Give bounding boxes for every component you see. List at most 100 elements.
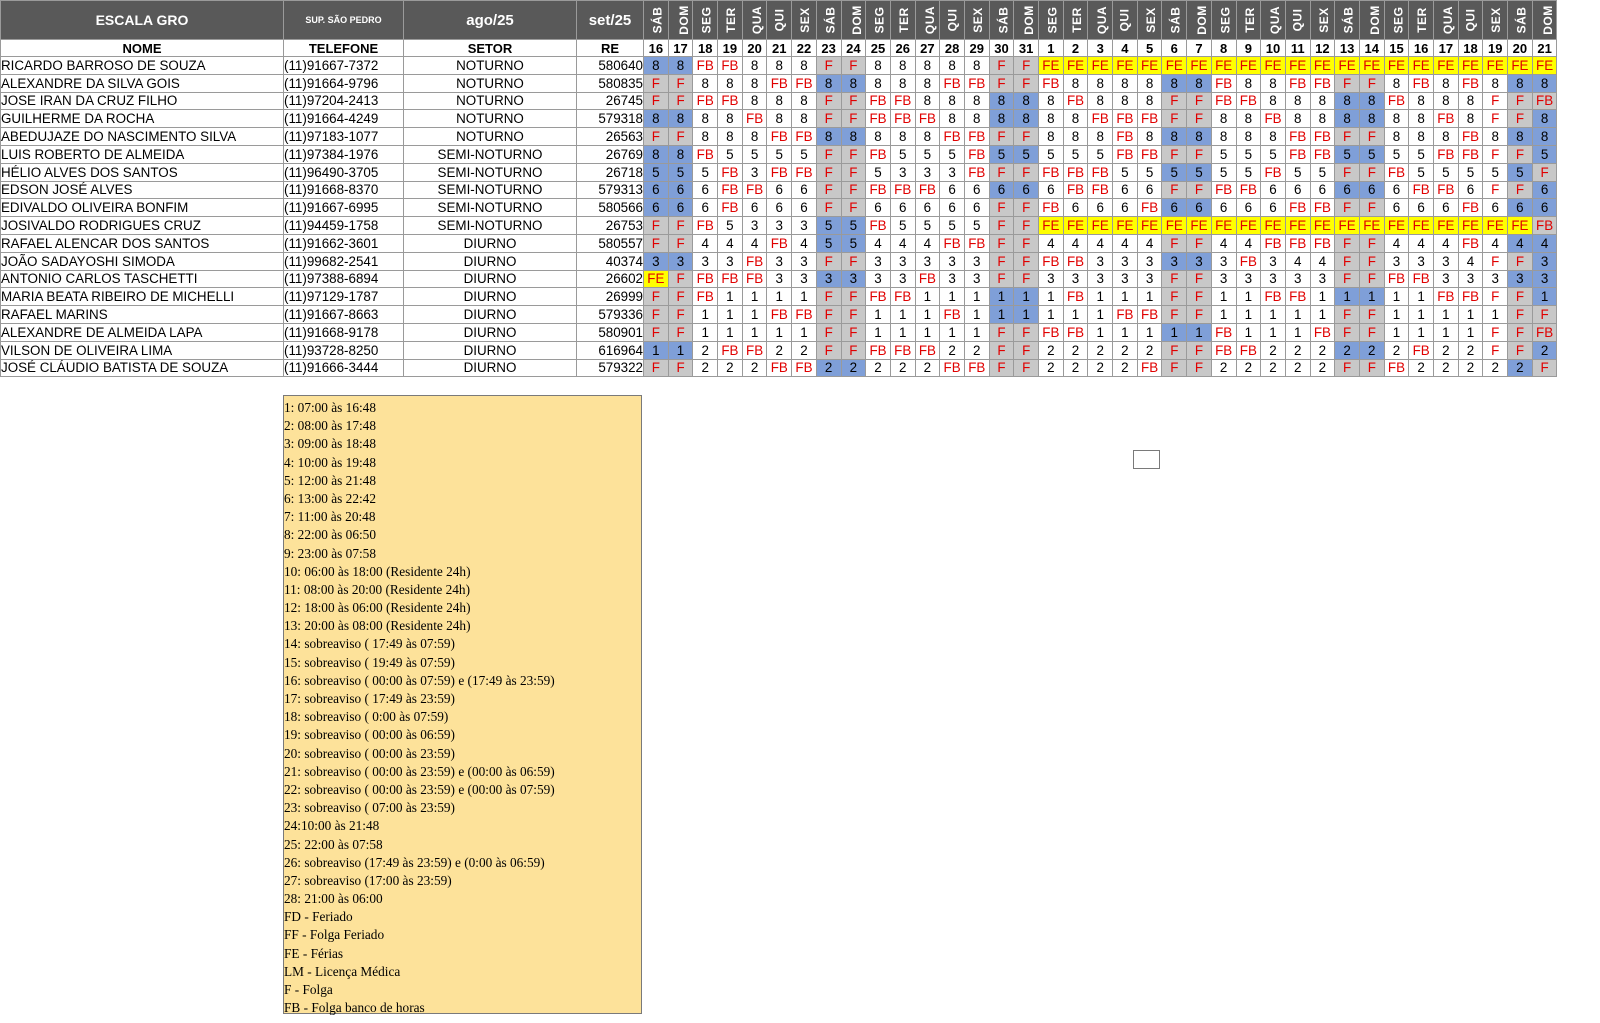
shift-cell: F <box>1507 144 1533 164</box>
shift-cell: 6 <box>1013 180 1039 200</box>
day-of-week-label: QUI <box>772 8 787 32</box>
shift-cell: 8 <box>1433 127 1459 146</box>
employee-name: ABEDUJAZE DO NASCIMENTO SILVA <box>0 127 284 146</box>
shift-cell: FB <box>889 109 916 129</box>
shift-cell: 8 <box>1383 73 1410 93</box>
shift-cell: 6 <box>1309 180 1336 200</box>
shift-cell: FB <box>1038 162 1064 182</box>
day-number-header: 22 <box>791 39 817 57</box>
shift-cell: 2 <box>1260 358 1286 378</box>
employee-row: ALEXANDRE DE ALMEIDA LAPA (11)91668-9178 D… <box>0 322 1558 342</box>
employee-row: GUILHERME DA ROCHA (11)91664-4249 NOTURNO 5… <box>0 109 1558 129</box>
shift-cell: 5 <box>1136 162 1163 182</box>
shift-cell: 6 <box>667 198 694 218</box>
employee-phone: (11)96490-3705 <box>283 162 404 182</box>
shift-cell: 2 <box>889 358 916 378</box>
shift-cell: 3 <box>791 251 817 271</box>
day-number-header: 4 <box>1112 39 1138 57</box>
shift-cell: 2 <box>1358 340 1385 360</box>
day-of-week-header: SEG <box>692 0 719 40</box>
shift-cell: F <box>1013 358 1039 378</box>
shift-cell: 2 <box>1457 340 1484 360</box>
shift-cell: 5 <box>914 216 941 235</box>
shift-cell: 8 <box>1235 109 1262 129</box>
shift-cell: 5 <box>766 144 793 164</box>
shift-cell: F <box>840 109 867 129</box>
shift-cell: 1 <box>1235 322 1262 342</box>
legend-item: 3: 09:00 às 18:48 <box>284 436 376 452</box>
shift-cell: 5 <box>939 216 965 235</box>
shift-cell: F <box>1482 91 1509 111</box>
shift-cell: 1 <box>643 340 669 360</box>
day-of-week-label: QUA <box>1441 5 1456 35</box>
shift-cell: 4 <box>717 233 743 253</box>
employee-name: ALEXANDRE DE ALMEIDA LAPA <box>0 322 284 342</box>
shift-cell: 5 <box>1433 162 1459 182</box>
shift-cell: F <box>667 269 694 289</box>
employee-phone: (11)97388-6894 <box>283 269 404 289</box>
shift-cell: 5 <box>741 144 768 164</box>
employee-phone: (11)97204-2413 <box>283 91 404 111</box>
shift-cell: 2 <box>1062 340 1089 360</box>
day-of-week-header: DOM <box>1358 0 1385 40</box>
shift-cell: 6 <box>988 180 1015 200</box>
day-number-header: 30 <box>988 39 1015 57</box>
shift-cell: FB <box>1383 162 1410 182</box>
shift-cell: 8 <box>889 56 916 75</box>
employee-re: 580835 <box>576 73 644 93</box>
legend-item: 6: 13:00 às 22:42 <box>284 490 376 506</box>
shift-cell: 6 <box>1408 198 1434 218</box>
day-of-week-header: TER <box>889 0 916 40</box>
shift-cell: FB <box>865 91 891 111</box>
shift-cell: 2 <box>1260 340 1286 360</box>
shift-cell: 8 <box>1112 73 1138 93</box>
shift-cell: FB <box>692 91 719 111</box>
shift-cell: FB <box>1112 144 1138 164</box>
shift-cell: 8 <box>1260 91 1286 111</box>
shift-cell: 8 <box>643 56 669 75</box>
shift-cell: 5 <box>963 216 990 235</box>
empty-selected-cell[interactable] <box>1133 450 1160 469</box>
shift-cell: 6 <box>914 198 941 218</box>
employee-re: 26718 <box>576 162 644 182</box>
shift-cell: 5 <box>1309 162 1336 182</box>
shift-cell: F <box>1507 322 1533 342</box>
shift-cell: F <box>1334 358 1360 378</box>
shift-cell: 5 <box>717 216 743 235</box>
shift-cell: 8 <box>1531 73 1558 93</box>
shift-cell: 3 <box>1087 269 1114 289</box>
shift-cell: 2 <box>1531 340 1558 360</box>
shift-cell: FB <box>766 358 793 378</box>
shift-cell: FB <box>766 73 793 93</box>
shift-cell: FE <box>1112 56 1138 75</box>
day-of-week-header: QUI <box>1457 0 1484 40</box>
shift-cell: 2 <box>1284 340 1311 360</box>
shift-cell: 1 <box>1235 305 1262 324</box>
shift-cell: 4 <box>1062 233 1089 253</box>
shift-cell: FB <box>1433 144 1459 164</box>
employee-name: RAFAEL MARINS <box>0 305 284 324</box>
shift-cell: 1 <box>988 305 1015 324</box>
shift-cell: FB <box>963 233 990 253</box>
shift-cell: 2 <box>1235 358 1262 378</box>
shift-cell: 4 <box>1210 233 1237 253</box>
employee-name: JOSIVALDO RODRIGUES CRUZ <box>0 216 284 235</box>
shift-cell: F <box>840 198 867 218</box>
employee-sector: NOTURNO <box>403 109 577 129</box>
shift-cell: 2 <box>1482 358 1509 378</box>
shift-cell: FB <box>791 73 817 93</box>
shift-cell: 4 <box>1038 233 1064 253</box>
shift-cell: FB <box>889 287 916 307</box>
shift-cell: 5 <box>1284 162 1311 182</box>
schedule-body: RICARDO BARROSO DE SOUZA (11)91667-7372 NO… <box>0 56 1558 378</box>
shift-cell: F <box>1186 305 1212 324</box>
shift-cell: FB <box>1383 358 1410 378</box>
shift-cell: 1 <box>1062 305 1089 324</box>
day-of-week-label: SEX <box>1316 7 1331 33</box>
shift-cell: FB <box>717 269 743 289</box>
shift-cell: 6 <box>667 180 694 200</box>
column-header-name: NOME <box>0 39 284 57</box>
shift-cell: 3 <box>865 251 891 271</box>
shift-cell: FB <box>741 251 768 271</box>
shift-cell: F <box>1358 322 1385 342</box>
